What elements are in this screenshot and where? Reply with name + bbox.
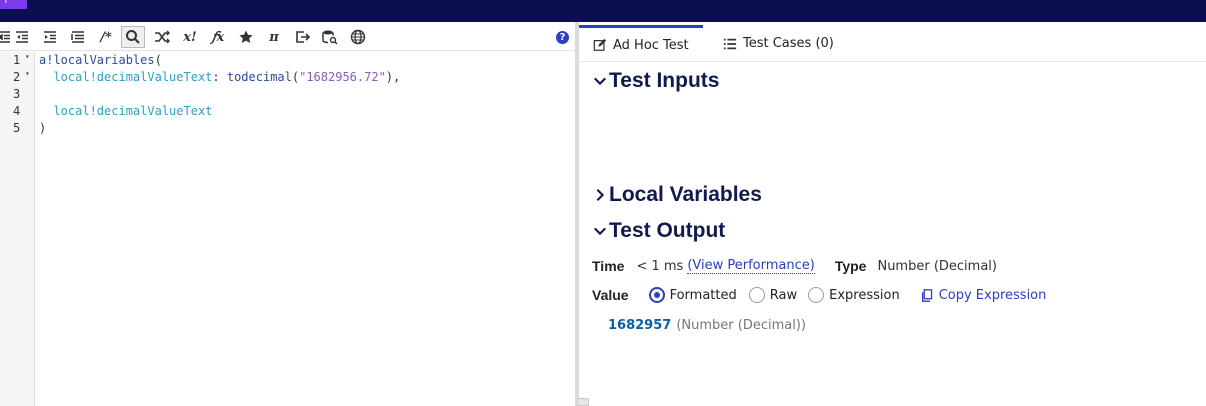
export-icon[interactable] [290, 26, 314, 48]
output-value-row: Value Formatted Raw Expression Copy Expr… [592, 286, 1046, 304]
line-number: 3 [13, 87, 21, 101]
line-number: 2 ▾ [13, 69, 30, 84]
section-test-output[interactable]: Test Output [593, 219, 725, 243]
output-meta-row: Time < 1 ms (View Performance) Type Numb… [592, 257, 997, 275]
chevron-down-icon [594, 77, 606, 86]
format-list-icon[interactable] [66, 26, 90, 48]
shuffle-icon[interactable] [150, 26, 174, 48]
tab-ad-hoc-test[interactable]: Ad Hoc Test [579, 25, 703, 62]
increase-indent-icon[interactable] [38, 26, 62, 48]
tab-test-cases[interactable]: Test Cases (0) [723, 25, 834, 62]
code-line[interactable]: a!localVariables( [39, 52, 162, 69]
fold-arrow-icon[interactable]: ▾ [25, 69, 30, 78]
code-token: ) [39, 121, 47, 135]
copy-icon [921, 288, 932, 302]
pi-icon[interactable]: π [262, 26, 286, 48]
result-value[interactable]: 1682957 [608, 318, 671, 333]
section-test-inputs[interactable]: Test Inputs [593, 69, 719, 93]
search-icon [126, 30, 140, 44]
radio-raw[interactable]: Raw [748, 287, 797, 303]
time-value: < 1 ms [636, 258, 684, 274]
radio-expression[interactable]: Expression [808, 287, 900, 303]
test-panel: Ad Hoc Test Test Cases (0) Test Inputs L… [579, 22, 1206, 406]
code-line[interactable]: local!decimalValueText [39, 103, 212, 120]
globe-icon[interactable] [346, 26, 370, 48]
list-icon [723, 38, 737, 49]
comment-label: /* [100, 29, 112, 45]
code-token: : [212, 70, 227, 84]
expression-editor-pane: /* x! 𝑓x π ? 1 ▾ 2 ▾ 3 4 5 a!localVariab… [0, 22, 575, 406]
tab-label: Test Cases (0) [743, 36, 834, 51]
copy-expression-label: Copy Expression [938, 287, 1047, 303]
radio-formatted[interactable]: Formatted [648, 287, 737, 303]
tab-label: Ad Hoc Test [613, 37, 689, 53]
type-value: Number (Decimal) [877, 258, 997, 274]
search-button[interactable] [121, 26, 145, 48]
code-line[interactable]: ) [39, 120, 46, 137]
rule-icon[interactable]: x! [178, 26, 202, 48]
output-result: 1682957 (Number (Decimal)) [608, 316, 806, 334]
line-number: 1 ▾ [13, 52, 30, 67]
code-token: ( [154, 53, 162, 67]
app-menu-button[interactable]: › [0, 0, 27, 9]
chevron-down-icon [594, 227, 606, 236]
star-icon[interactable] [234, 26, 258, 48]
database-search-icon[interactable] [318, 26, 342, 48]
result-type: (Number (Decimal)) [676, 317, 806, 333]
code-token: todecimal [226, 70, 292, 84]
chevron-right-icon [596, 189, 605, 201]
test-tabs: Ad Hoc Test Test Cases (0) [579, 22, 1206, 62]
line-number-gutter: 1 ▾ 2 ▾ 3 4 5 [0, 52, 35, 406]
section-title: Test Inputs [609, 69, 720, 92]
top-bar: › [0, 0, 1206, 22]
fold-arrow-icon[interactable]: ▾ [25, 52, 30, 61]
comment-button[interactable]: /* [94, 26, 118, 48]
value-label: Value [592, 287, 629, 303]
decrease-indent-icon[interactable] [10, 26, 34, 48]
help-icon[interactable]: ? [556, 31, 569, 44]
radio-circle[interactable] [748, 287, 765, 303]
function-icon[interactable]: 𝑓x [206, 26, 230, 48]
copy-expression-button[interactable]: Copy Expression [921, 287, 1047, 303]
radio-circle[interactable] [648, 287, 665, 303]
code-token: local!decimalValueText [39, 104, 213, 118]
code-line[interactable]: local!decimalValueText: todecimal("16829… [39, 69, 400, 86]
radio-circle[interactable] [808, 287, 825, 303]
code-token: local!decimalValueText [39, 70, 213, 84]
edit-icon [593, 38, 607, 51]
code-token: a!localVariables [39, 53, 155, 67]
editor-toolbar: /* x! 𝑓x π ? [0, 22, 575, 51]
section-title: Test Output [609, 219, 726, 242]
type-label: Type [834, 258, 867, 274]
section-title: Local Variables [609, 183, 762, 206]
chevron-icon: › [4, 0, 8, 7]
section-local-variables[interactable]: Local Variables [593, 183, 762, 207]
line-number: 4 [13, 104, 21, 118]
time-label: Time [592, 258, 625, 274]
view-performance-link[interactable]: (View Performance) [687, 258, 815, 274]
code-token: "1682956.72" [299, 70, 386, 84]
line-number: 5 [13, 121, 21, 135]
code-token: ), [385, 70, 401, 84]
